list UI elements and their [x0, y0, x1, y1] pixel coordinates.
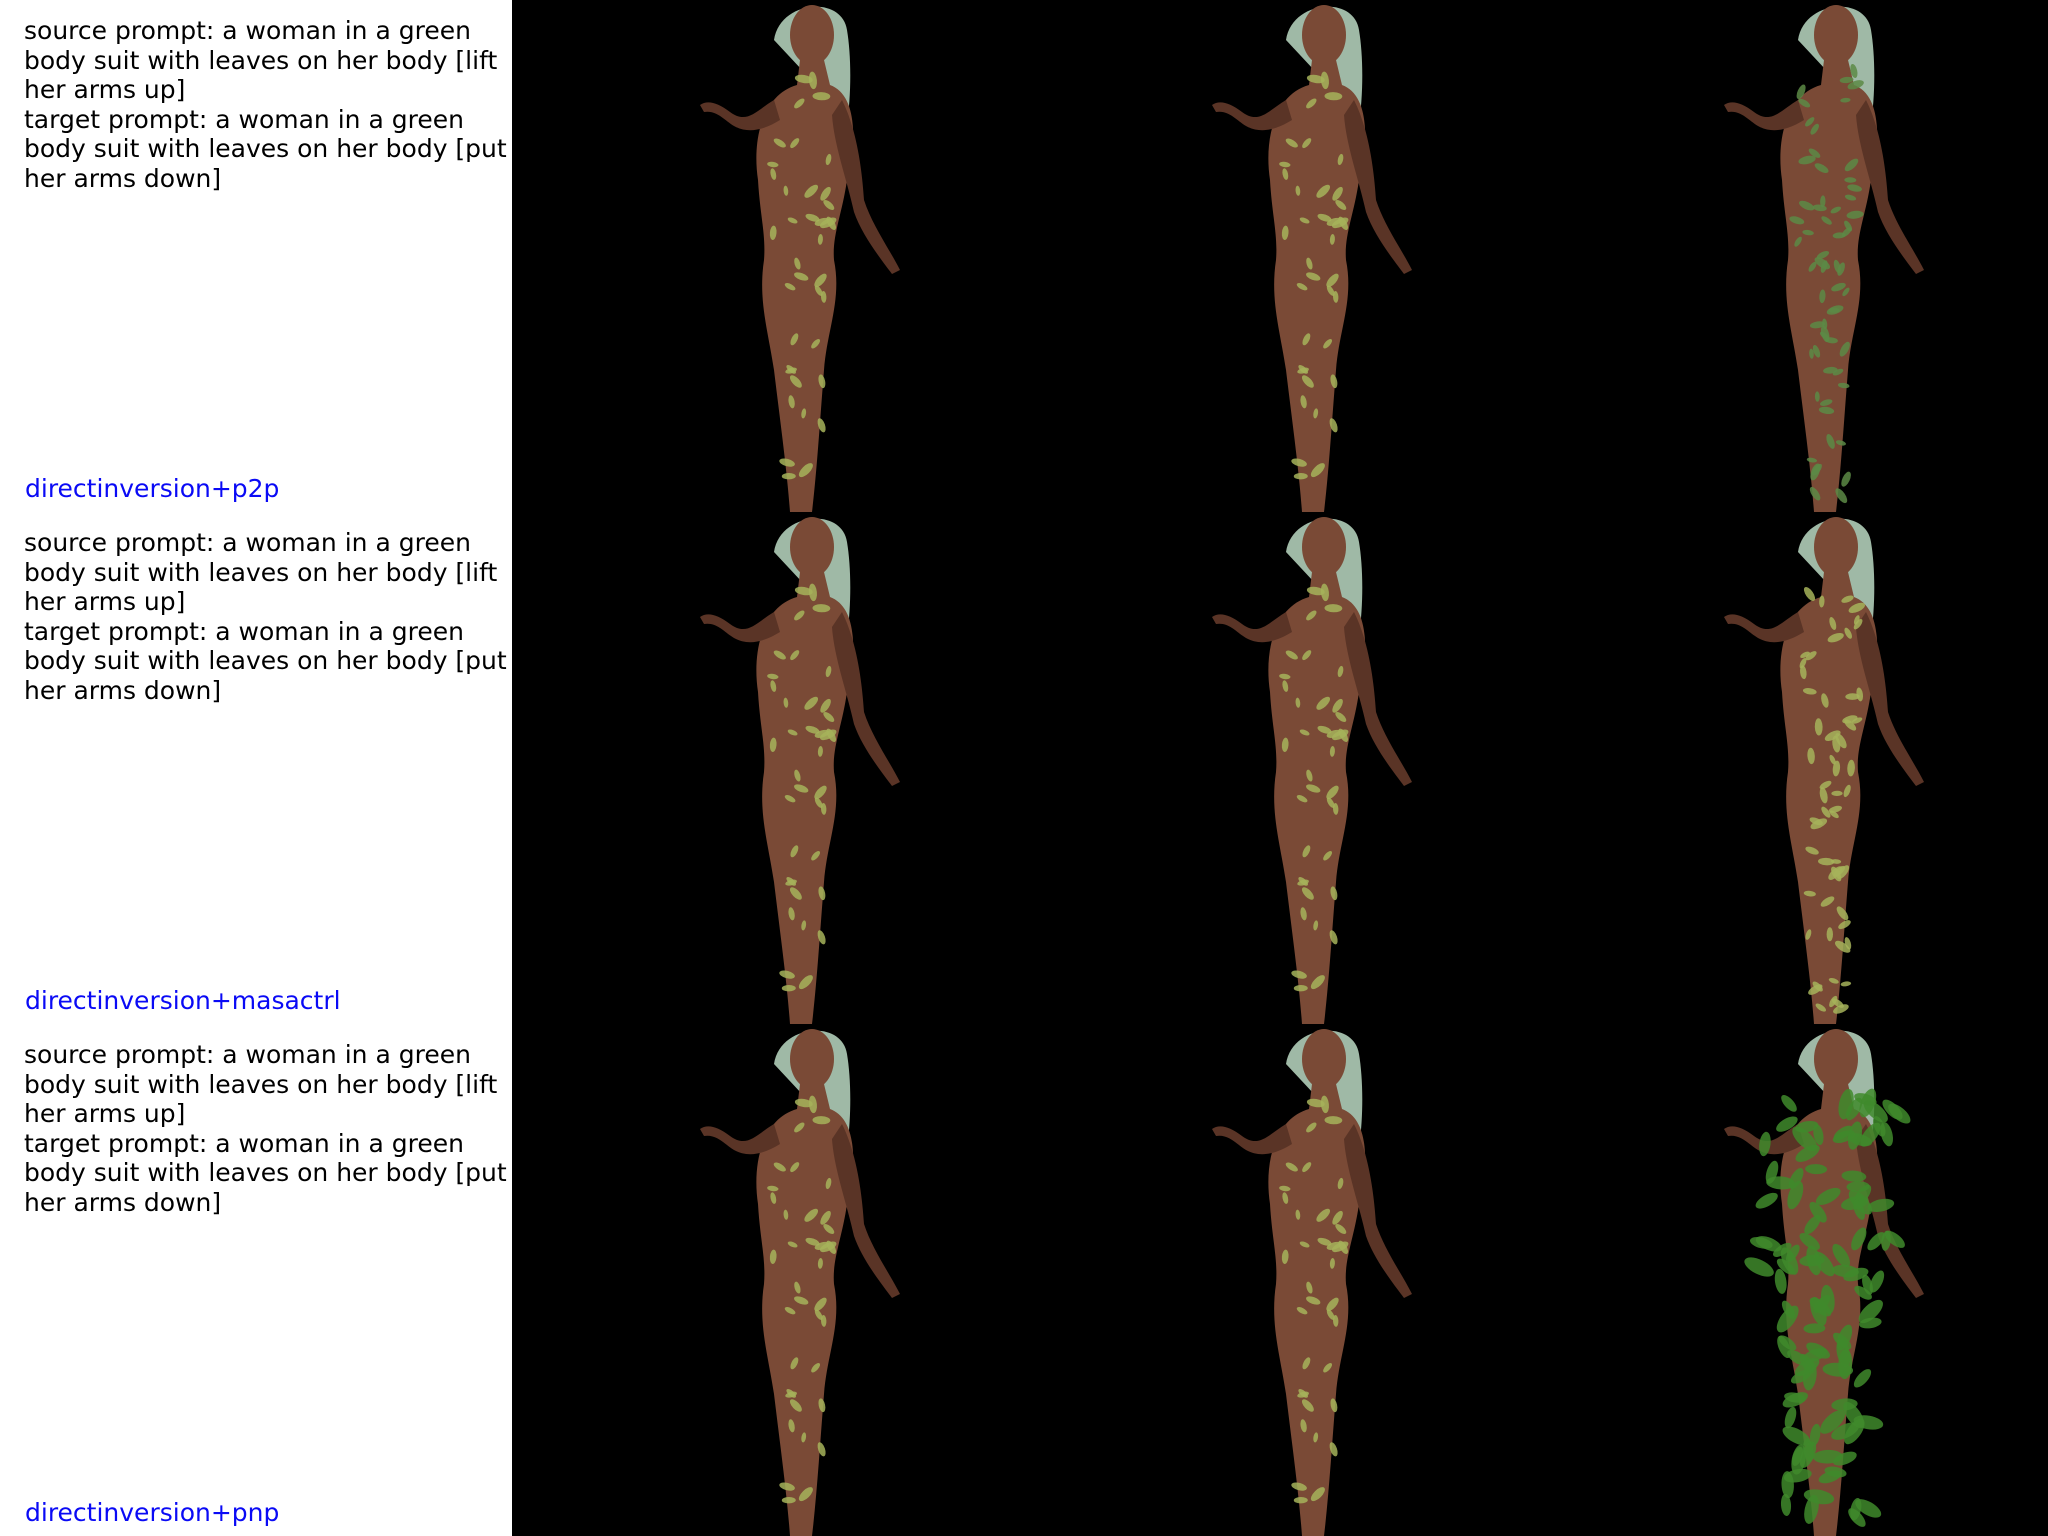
reconstruction-image — [1024, 1024, 1536, 1536]
edited-image — [1536, 512, 2048, 1024]
figure-illustration — [700, 1029, 900, 1536]
caption-panel: source prompt: a woman in a green body s… — [0, 1024, 512, 1536]
figure-illustration — [1724, 517, 1924, 1024]
reconstruction-image — [1024, 512, 1536, 1024]
target-prompt: target prompt: a woman in a green body s… — [24, 1128, 507, 1217]
edited-image — [1536, 0, 2048, 512]
reconstruction-image — [1024, 0, 1536, 512]
result-row: source prompt: a woman in a green body s… — [0, 0, 2048, 512]
target-prompt: target prompt: a woman in a green body s… — [24, 616, 507, 705]
figure-illustration — [700, 5, 900, 512]
method-label: directinversion+masactrl — [25, 986, 341, 1015]
prompt-text: source prompt: a woman in a green body s… — [24, 528, 510, 706]
source-prompt: source prompt: a woman in a green body s… — [24, 16, 498, 105]
source-image — [512, 0, 1024, 512]
caption-panel: source prompt: a woman in a green body s… — [0, 512, 512, 1024]
source-prompt: source prompt: a woman in a green body s… — [24, 1040, 498, 1129]
source-prompt: source prompt: a woman in a green body s… — [24, 528, 498, 617]
figure-illustration — [700, 517, 900, 1024]
figure-illustration — [1212, 5, 1412, 512]
method-label: directinversion+pnp — [25, 1498, 280, 1527]
result-row: source prompt: a woman in a green body s… — [0, 512, 2048, 1024]
edited-image — [1536, 1024, 2048, 1536]
source-image — [512, 1024, 1024, 1536]
method-label: directinversion+p2p — [25, 474, 280, 503]
prompt-text: source prompt: a woman in a green body s… — [24, 1040, 510, 1218]
source-image — [512, 512, 1024, 1024]
prompt-text: source prompt: a woman in a green body s… — [24, 16, 510, 194]
figure-illustration — [1724, 5, 1924, 512]
result-row: source prompt: a woman in a green body s… — [0, 1024, 2048, 1536]
caption-panel: source prompt: a woman in a green body s… — [0, 0, 512, 512]
figure-illustration — [1724, 1029, 1924, 1536]
target-prompt: target prompt: a woman in a green body s… — [24, 104, 507, 193]
figure-illustration — [1212, 1029, 1412, 1536]
figure-illustration — [1212, 517, 1412, 1024]
